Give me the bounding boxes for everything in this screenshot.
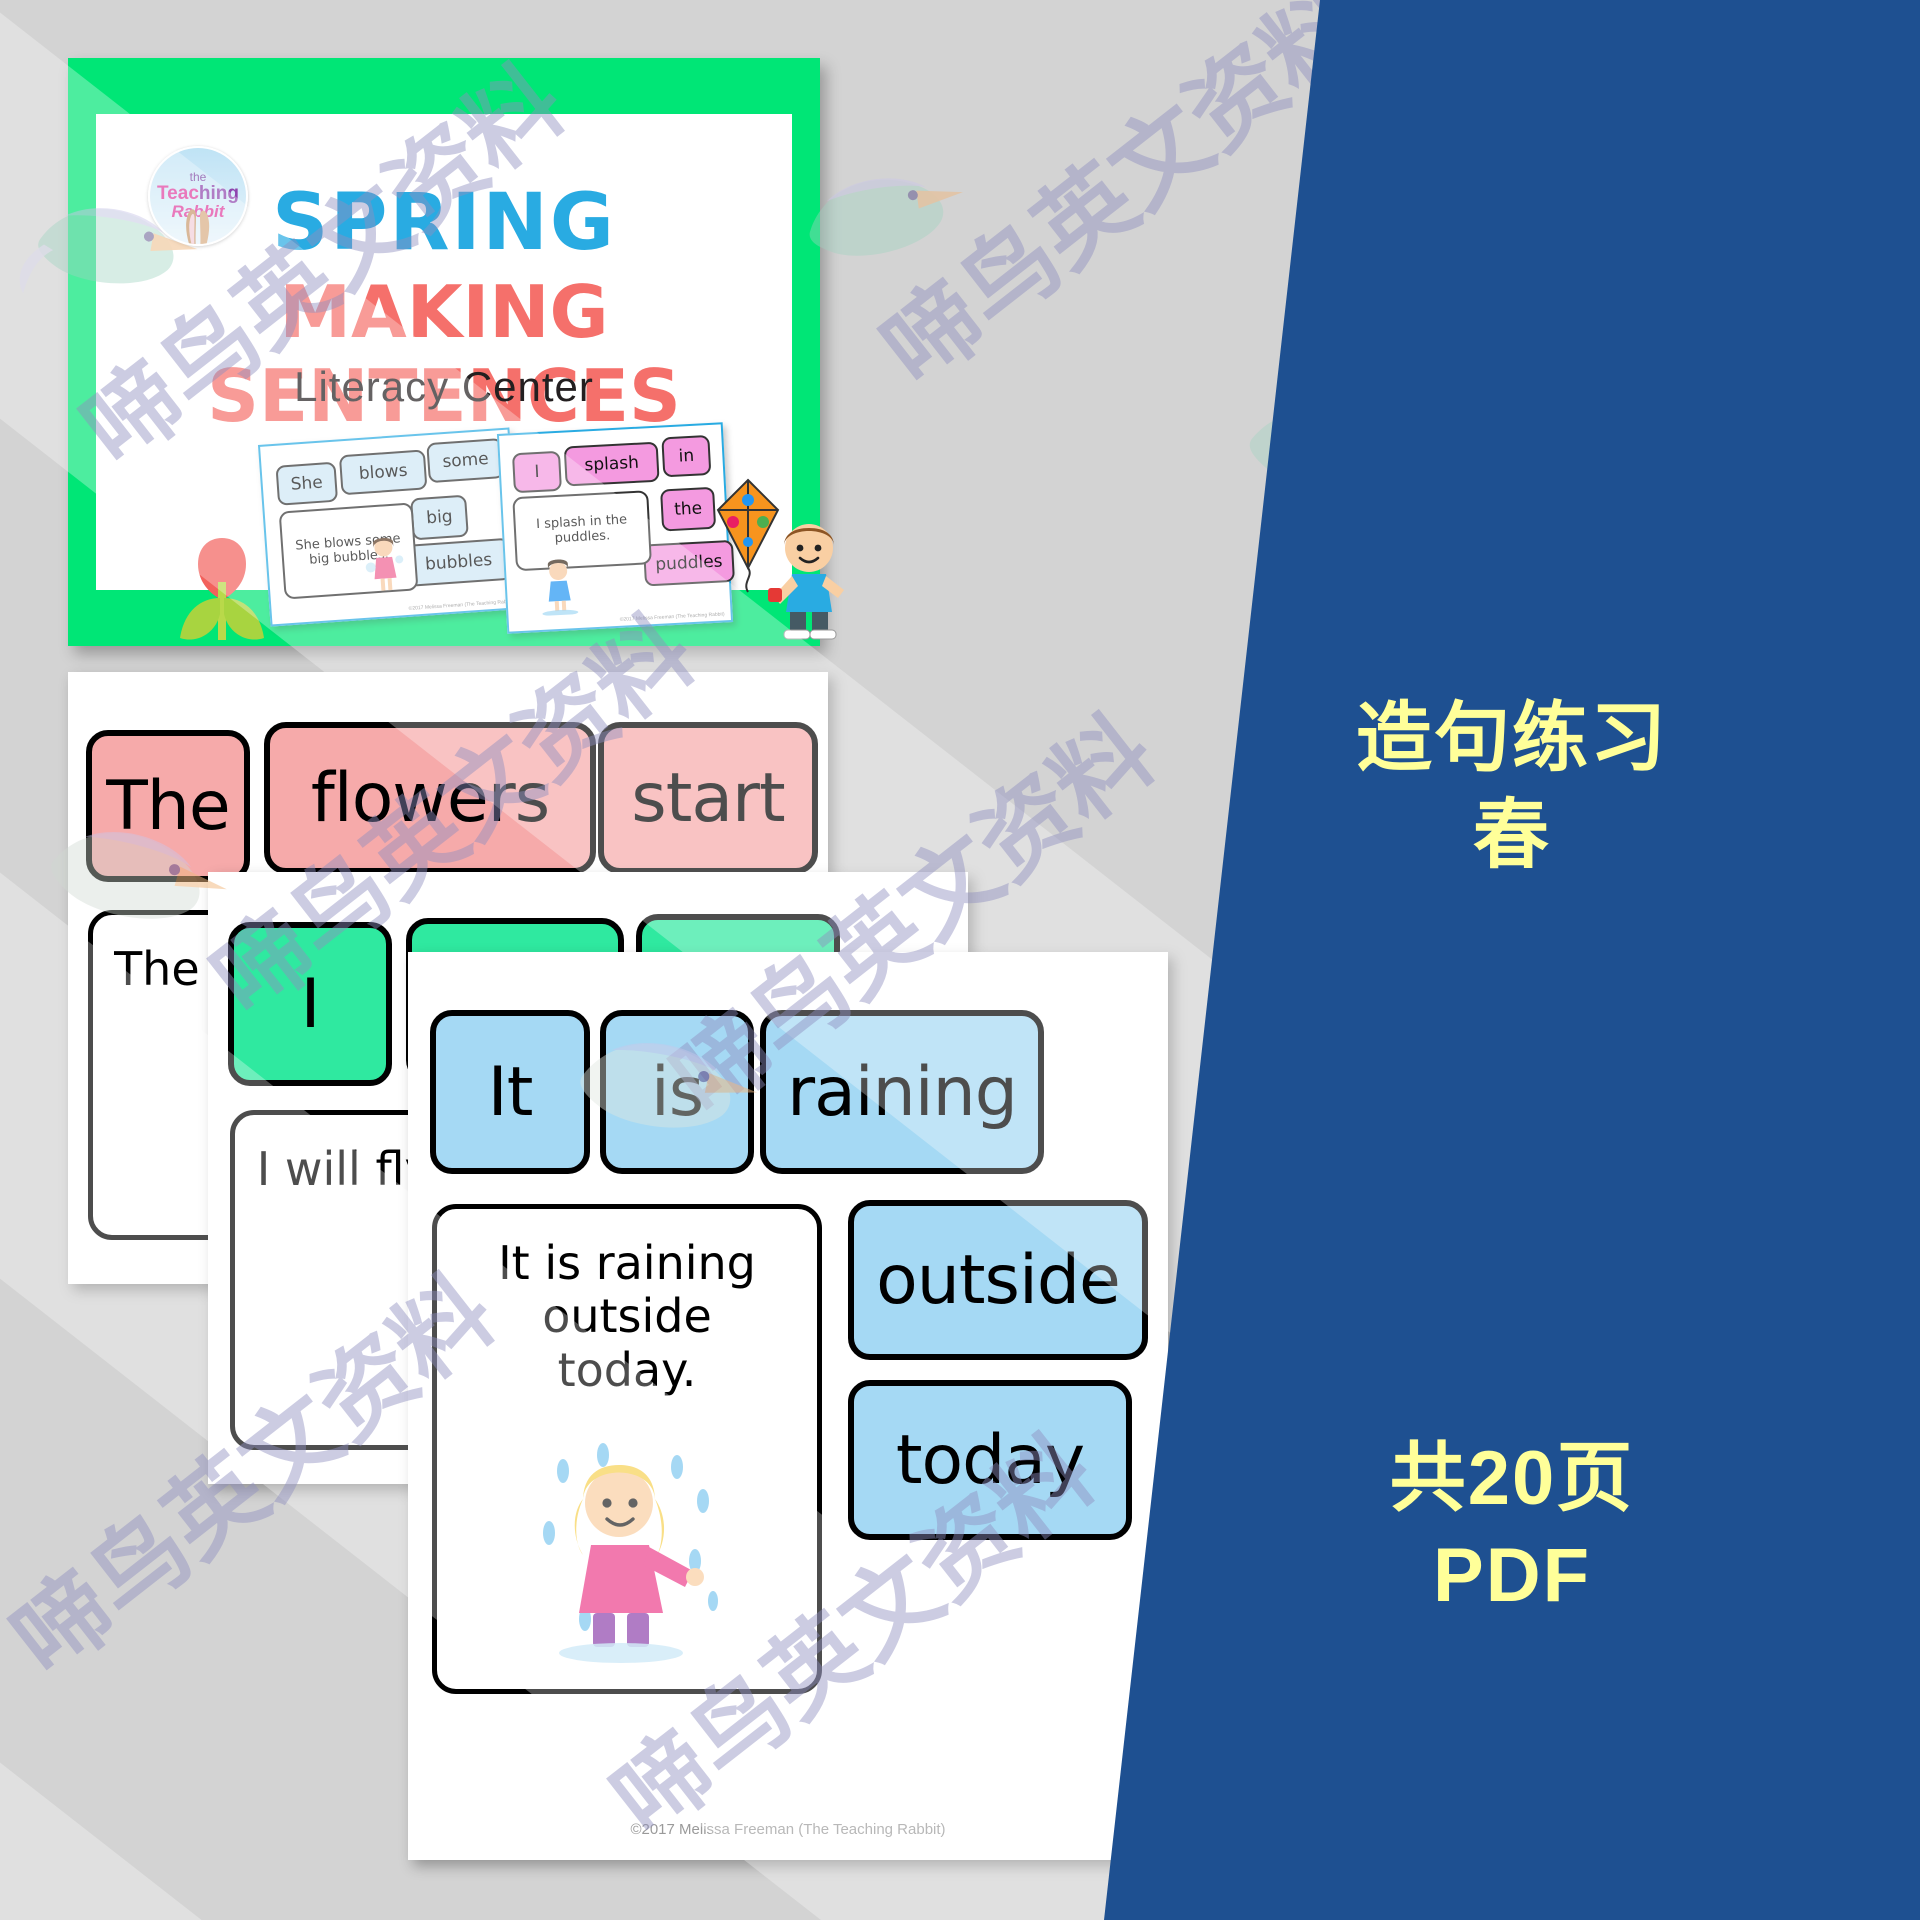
word-card-the[interactable]: The	[86, 730, 250, 882]
word-card-today[interactable]: today	[848, 1380, 1132, 1540]
promo-title-line1: 造句练习	[1356, 696, 1668, 781]
cover-preview-card-blue: She blows some big bubbles She blows som…	[257, 427, 523, 627]
preview-credit-blue: ©2017 Melissa Freeman (The Teaching Rabb…	[408, 598, 514, 612]
copyright-text: ©2017 Melissa Freeman (The Teaching Rabb…	[630, 1821, 946, 1838]
word-card-raining[interactable]: raining	[760, 1010, 1044, 1174]
sentence-line-2: outside	[542, 1289, 712, 1344]
sentence-card-blue: It is raining outside today.	[432, 1204, 822, 1694]
word-card-i[interactable]: I	[228, 922, 392, 1086]
preview-chip-in: in	[661, 434, 712, 478]
promo-pages: 共20页	[1389, 1436, 1635, 1521]
sentence-line-3: today.	[557, 1342, 697, 1397]
promo-format: PDF	[1433, 1533, 1591, 1619]
cover-title-main: MAKING SENTENCES	[207, 270, 681, 438]
sentence-line-1: It is raining	[498, 1236, 756, 1290]
preview-chip-splash: splash	[563, 441, 660, 487]
word-card-outside[interactable]: outside	[848, 1200, 1148, 1360]
girl-bubbles-icon	[365, 538, 404, 591]
promo-panel: 造句练习 春 共20页 PDF	[1104, 0, 1920, 1920]
rabbit-ears-icon	[186, 209, 210, 244]
girl-umbrella-rain-icon	[543, 1443, 718, 1663]
tulip-icon	[180, 538, 264, 640]
rabbit-logo-icon: the Teaching Rabbit	[148, 146, 248, 246]
promo-title-line2: 春	[1473, 793, 1551, 879]
promo-pagecount: 共20页 PDF	[1104, 1430, 1920, 1625]
logo-line-the: the	[189, 169, 207, 184]
preview-credit-pink: ©2017 Melissa Freeman (The Teaching Rabb…	[619, 611, 725, 623]
worksheet-blue: It is raining outside today It is rainin…	[408, 952, 1168, 1860]
logo-line-teaching: Teaching	[156, 182, 239, 204]
preview-chip-she: She	[275, 461, 339, 506]
promo-title: 造句练习 春	[1104, 690, 1920, 885]
boy-splash-icon	[542, 559, 579, 617]
cover-subtitle: Literacy Center	[294, 363, 594, 410]
preview-chip-blows: blows	[338, 449, 428, 496]
word-card-it[interactable]: It	[430, 1010, 590, 1174]
preview-chip-big: big	[410, 494, 469, 541]
preview-sentence-pink: I splash in the puddles.	[512, 490, 652, 572]
page-root: the Teaching Rabbit SPRING MAKING SENTEN…	[0, 0, 1920, 1920]
word-card-start[interactable]: start	[598, 722, 818, 874]
preview-chip-bubbles: bubbles	[405, 537, 512, 587]
word-card-flowers[interactable]: flowers	[264, 722, 596, 874]
word-card-is[interactable]: is	[600, 1010, 754, 1174]
cover-preview-card-pink: I splash in the puddles I splash in the …	[496, 422, 735, 634]
preview-chip-i: I	[511, 450, 562, 494]
preview-chip-some: some	[426, 437, 505, 484]
boy-kite-icon	[768, 524, 844, 640]
cover-sheet: the Teaching Rabbit SPRING MAKING SENTEN…	[68, 58, 844, 646]
